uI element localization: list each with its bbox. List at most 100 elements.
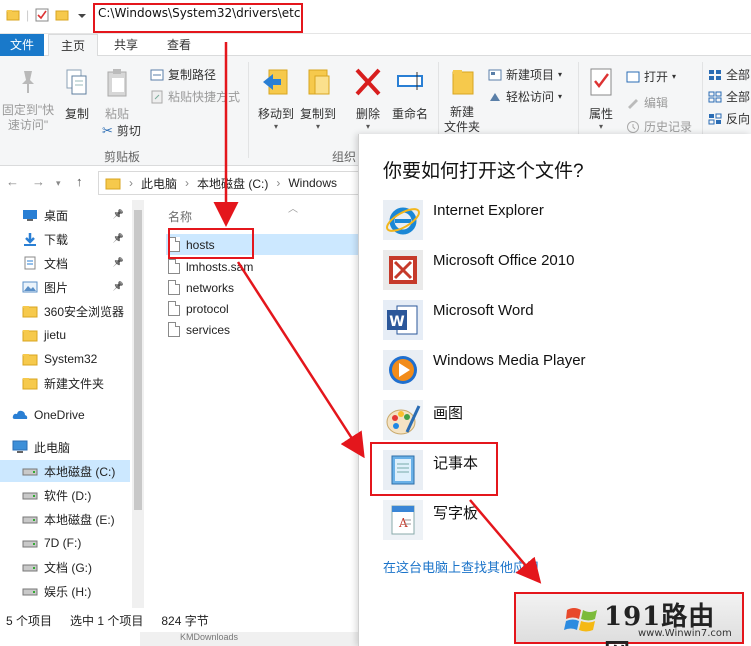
file-name: lmhosts.sam bbox=[186, 259, 254, 274]
edit-button[interactable]: 编辑 bbox=[626, 94, 668, 111]
select-all-label: 全部 bbox=[726, 68, 751, 82]
file-row[interactable]: services bbox=[166, 319, 358, 340]
file-name: services bbox=[186, 322, 231, 337]
address-bar[interactable]: › 此电脑 › 本地磁盘 (C:) › Windows bbox=[98, 171, 360, 195]
paste-button[interactable]: 粘贴 bbox=[100, 68, 134, 122]
nav-item[interactable]: 此电脑 bbox=[0, 436, 130, 458]
breadcrumb-this-pc[interactable]: 此电脑 bbox=[141, 175, 177, 192]
nav-item-label: 下载 bbox=[44, 232, 69, 247]
nav-item[interactable]: 桌面 📌 bbox=[0, 204, 130, 226]
select-none-label: 全部 bbox=[726, 90, 751, 104]
pin-icon: 📌 bbox=[112, 257, 124, 267]
find-other-apps-link[interactable]: 在这台电脑上查找其他应用 bbox=[383, 557, 539, 576]
drive-icon bbox=[22, 536, 38, 550]
app-option-paint[interactable]: 画图 bbox=[383, 400, 723, 444]
watermark-url: www.Winwin7.com bbox=[638, 628, 732, 639]
open-button[interactable]: 打开 ▾ bbox=[626, 68, 676, 85]
rename-label: 重命名 bbox=[391, 107, 428, 121]
computer-icon bbox=[12, 440, 28, 454]
app-name: 记事本 bbox=[433, 455, 479, 472]
nav-pane-scrollbar[interactable] bbox=[132, 200, 144, 608]
column-header-name[interactable]: 名称 bbox=[168, 208, 192, 225]
select-none-icon bbox=[708, 91, 722, 102]
invert-selection-button[interactable]: 反向 bbox=[708, 110, 750, 127]
nav-item[interactable]: 图片 📌 bbox=[0, 276, 130, 298]
nav-item[interactable]: 本地磁盘 (C:) bbox=[0, 460, 130, 482]
file-row[interactable]: lmhosts.sam bbox=[166, 256, 358, 277]
tab-share[interactable]: 共享 bbox=[102, 34, 150, 56]
easy-access-button[interactable]: 轻松访问 ▾ bbox=[488, 88, 562, 105]
new-folder-icon[interactable] bbox=[55, 8, 69, 22]
edit-icon bbox=[628, 98, 638, 109]
folder-icon[interactable] bbox=[6, 8, 20, 22]
forward-arrow-icon[interactable]: → bbox=[32, 174, 45, 189]
app-name: Windows Media Player bbox=[433, 352, 586, 369]
nav-item[interactable]: 本地磁盘 (E:) bbox=[0, 508, 130, 530]
scrollbar-thumb[interactable] bbox=[134, 210, 142, 510]
copy-path-button[interactable]: 复制路径 bbox=[150, 66, 216, 83]
watermark: 191路由网 www.Winwin7.com bbox=[514, 592, 744, 646]
copy-button[interactable]: 复制 bbox=[60, 68, 94, 122]
nav-item[interactable]: 新建文件夹 bbox=[0, 372, 130, 394]
nav-item[interactable]: 娱乐 (H:) bbox=[0, 580, 130, 602]
select-all-button[interactable]: 全部 bbox=[708, 66, 750, 83]
history-label: 历史记录 bbox=[644, 120, 693, 134]
paste-shortcut-button[interactable]: 粘贴快捷方式 bbox=[150, 88, 240, 105]
tab-home[interactable]: 主页 bbox=[48, 34, 98, 57]
nav-item[interactable]: 软件 (D:) bbox=[0, 484, 130, 506]
nav-item[interactable]: 下载 📌 bbox=[0, 228, 130, 250]
paint-icon bbox=[383, 400, 423, 440]
move-to-button[interactable]: 移动到 ▾ bbox=[256, 66, 296, 131]
chevron-down-icon: ▾ bbox=[558, 70, 563, 79]
cut-button[interactable]: ✂ 剪切 bbox=[102, 122, 141, 139]
breadcrumb-drive-c[interactable]: 本地磁盘 (C:) bbox=[197, 175, 268, 192]
new-folder-button[interactable]: 新建 文件夹 bbox=[442, 66, 482, 135]
folder-icon bbox=[22, 376, 38, 390]
file-row[interactable]: protocol bbox=[166, 298, 358, 319]
new-item-label: 新建项目 bbox=[506, 68, 555, 82]
dialog-title: 你要如何打开这个文件? bbox=[383, 161, 584, 182]
nav-item[interactable]: System32 bbox=[0, 348, 130, 370]
notepad-icon bbox=[383, 450, 423, 490]
copy-to-button[interactable]: 复制到 ▾ bbox=[298, 66, 338, 131]
drive-icon bbox=[22, 560, 38, 574]
file-row[interactable]: hosts bbox=[166, 234, 358, 255]
app-option-media-player[interactable]: Windows Media Player bbox=[383, 350, 723, 394]
nav-item[interactable]: 文档 📌 bbox=[0, 252, 130, 274]
nav-item[interactable]: 7D (F:) bbox=[0, 532, 130, 554]
tab-view[interactable]: 查看 bbox=[154, 34, 204, 56]
up-arrow-icon[interactable]: ↑ bbox=[76, 174, 83, 189]
app-option-internet-explorer[interactable]: Internet Explorer bbox=[383, 200, 723, 244]
app-option-notepad[interactable]: 记事本 bbox=[383, 450, 723, 494]
history-icon bbox=[627, 120, 639, 133]
history-button[interactable]: 历史记录 bbox=[626, 118, 692, 135]
select-none-button[interactable]: 全部 bbox=[708, 88, 750, 105]
pin-icon: 📌 bbox=[112, 233, 124, 243]
rename-button[interactable]: 重命名 bbox=[390, 66, 430, 122]
chevron-down-icon[interactable] bbox=[75, 8, 89, 22]
pin-quick-access-button[interactable]: 固定到"快 速访问" bbox=[0, 68, 56, 133]
properties-button[interactable]: 属性 ▾ bbox=[584, 66, 618, 131]
chevron-down-icon[interactable]: ▾ bbox=[56, 178, 61, 189]
nav-item-label: 7D (F:) bbox=[44, 536, 82, 550]
app-option-wordpad[interactable]: A 写字板 bbox=[383, 500, 723, 544]
app-option-office-2010[interactable]: Microsoft Office 2010 bbox=[383, 250, 723, 294]
nav-item[interactable]: 360安全浏览器 bbox=[0, 300, 130, 322]
nav-item[interactable]: jietu bbox=[0, 324, 130, 346]
nav-item-label: 娱乐 (H:) bbox=[44, 584, 92, 599]
file-row[interactable]: networks bbox=[166, 277, 358, 298]
breadcrumb-windows[interactable]: Windows bbox=[288, 176, 337, 190]
nav-item-label: 360安全浏览器 bbox=[44, 304, 125, 319]
invert-selection-icon bbox=[708, 113, 722, 124]
nav-item[interactable]: OneDrive bbox=[0, 404, 130, 426]
chevron-down-icon: ▾ bbox=[315, 122, 320, 131]
properties-check-icon[interactable] bbox=[35, 8, 49, 22]
back-arrow-icon[interactable]: ← bbox=[6, 174, 19, 189]
new-item-button[interactable]: 新建项目 ▾ bbox=[488, 66, 562, 83]
nav-item[interactable]: 文档 (G:) bbox=[0, 556, 130, 578]
app-option-word[interactable]: W Microsoft Word bbox=[383, 300, 723, 344]
download-icon bbox=[22, 232, 38, 246]
tab-file[interactable]: 文件 bbox=[0, 34, 44, 56]
delete-button[interactable]: 删除 ▾ bbox=[352, 66, 384, 131]
documents-icon bbox=[22, 256, 38, 270]
